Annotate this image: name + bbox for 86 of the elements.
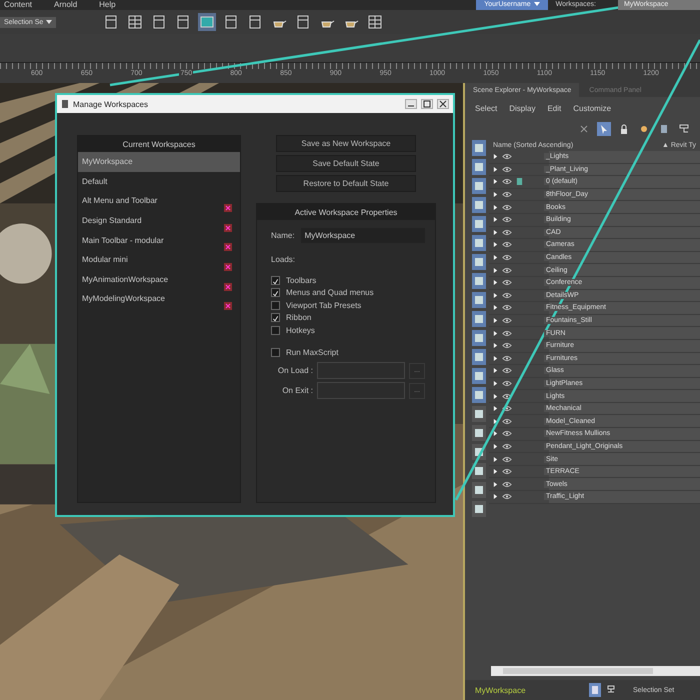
workspace-dropdown[interactable]: MyWorkspace: [475, 686, 585, 694]
eye-icon[interactable]: [502, 380, 512, 387]
name-field[interactable]: MyWorkspace: [300, 228, 425, 243]
scrollbar[interactable]: [491, 666, 700, 676]
app-icon: [61, 99, 69, 109]
workspace-item[interactable]: MyAnimationWorkspace: [78, 270, 240, 290]
eye-icon[interactable]: [502, 216, 512, 224]
delete-icon[interactable]: [224, 204, 232, 212]
eye-icon[interactable]: [502, 266, 512, 274]
checkbox[interactable]: [271, 326, 280, 335]
eye-icon[interactable]: [502, 279, 512, 286]
eye-icon[interactable]: [502, 228, 512, 236]
delete-icon[interactable]: [224, 282, 232, 291]
checkbox-label: Toolbars: [286, 276, 316, 285]
delete-icon[interactable]: [224, 302, 232, 310]
eye-icon[interactable]: [502, 468, 512, 476]
workspace-item[interactable]: Design Standard: [78, 210, 240, 230]
checkbox-label: Menus and Quad menus: [286, 288, 374, 298]
menu-item[interactable]: Content: [4, 0, 32, 10]
workspace-item[interactable]: MyWorkspace: [78, 152, 240, 172]
close-icon[interactable]: [437, 99, 449, 109]
checkbox[interactable]: [271, 348, 280, 358]
on-exit-label: On Exit :: [281, 386, 313, 395]
delete-icon[interactable]: [224, 243, 232, 252]
checkbox[interactable]: [271, 300, 280, 310]
loads-label: Loads:: [270, 254, 296, 266]
list-title: Current Workspaces: [78, 136, 240, 152]
menu-item[interactable]: Display: [509, 104, 536, 112]
maximize-icon[interactable]: [421, 99, 433, 109]
checkbox[interactable]: [271, 288, 280, 298]
caret-icon: [46, 20, 52, 24]
delete-icon[interactable]: [224, 263, 232, 271]
caret-icon: [534, 2, 540, 6]
menu-item[interactable]: Customize: [573, 104, 612, 112]
name-label: Name:: [271, 231, 295, 240]
on-load-field[interactable]: [317, 362, 405, 379]
checkbox[interactable]: [271, 276, 280, 285]
menu-item[interactable]: Help: [99, 0, 116, 10]
eye-icon[interactable]: [502, 292, 512, 299]
pointer-icon[interactable]: [597, 122, 611, 136]
menu-item[interactable]: Arnold: [54, 0, 78, 10]
eye-icon[interactable]: [502, 317, 512, 324]
properties-title: Active Workspace Properties: [257, 204, 435, 220]
workspace-item[interactable]: Modular mini: [78, 250, 240, 270]
dialog-button[interactable]: Save Default State: [276, 155, 416, 172]
checkbox[interactable]: [271, 313, 280, 322]
eye-icon[interactable]: [502, 480, 512, 488]
menu-item[interactable]: Edit: [547, 104, 562, 112]
delete-icon[interactable]: [224, 224, 232, 232]
eye-icon[interactable]: [502, 304, 512, 312]
eye-icon[interactable]: [502, 493, 512, 500]
eye-icon[interactable]: [502, 330, 512, 337]
checkbox-label: Ribbon: [286, 313, 312, 322]
on-exit-field[interactable]: [317, 382, 405, 399]
eye-icon[interactable]: [502, 254, 512, 262]
minimize-icon[interactable]: [405, 99, 417, 109]
dialog-button[interactable]: Save as New Workspace: [276, 135, 416, 152]
eye-icon[interactable]: [502, 367, 512, 374]
workspace-item[interactable]: MyModelingWorkspace: [78, 289, 240, 309]
eye-icon[interactable]: [502, 191, 512, 198]
eye-icon[interactable]: [502, 354, 512, 362]
on-load-label: On Load :: [276, 366, 313, 375]
eye-icon[interactable]: [502, 241, 512, 248]
eye-icon[interactable]: [502, 204, 512, 211]
toolbar-icon[interactable]: [126, 13, 144, 31]
workspace-item[interactable]: Alt Menu and Toolbar: [78, 191, 240, 211]
eye-icon[interactable]: [502, 166, 512, 173]
window-title: Manage Workspaces: [73, 100, 148, 108]
toolbar-icon[interactable]: [198, 13, 216, 31]
eye-icon[interactable]: [502, 178, 512, 186]
eye-icon[interactable]: [502, 153, 512, 160]
dialog-button[interactable]: Restore to Default State: [276, 175, 416, 192]
workspace-item[interactable]: Main Toolbar - modular: [78, 230, 240, 250]
eye-icon[interactable]: [502, 342, 512, 350]
eye-icon[interactable]: [502, 405, 512, 412]
workspace-item[interactable]: Default: [78, 172, 240, 192]
eye-icon[interactable]: [502, 456, 512, 463]
checkbox-label: Viewport Tab Presets: [286, 300, 362, 310]
eye-icon[interactable]: [502, 418, 512, 425]
checkbox-label: Run MaxScript: [286, 348, 338, 358]
menu-item[interactable]: Select: [475, 104, 498, 112]
eye-icon[interactable]: [502, 430, 512, 438]
eye-icon[interactable]: [502, 442, 512, 450]
eye-icon[interactable]: [502, 392, 512, 400]
checkbox-label: Hotkeys: [286, 326, 315, 335]
toolbar-icon[interactable]: [366, 13, 384, 31]
